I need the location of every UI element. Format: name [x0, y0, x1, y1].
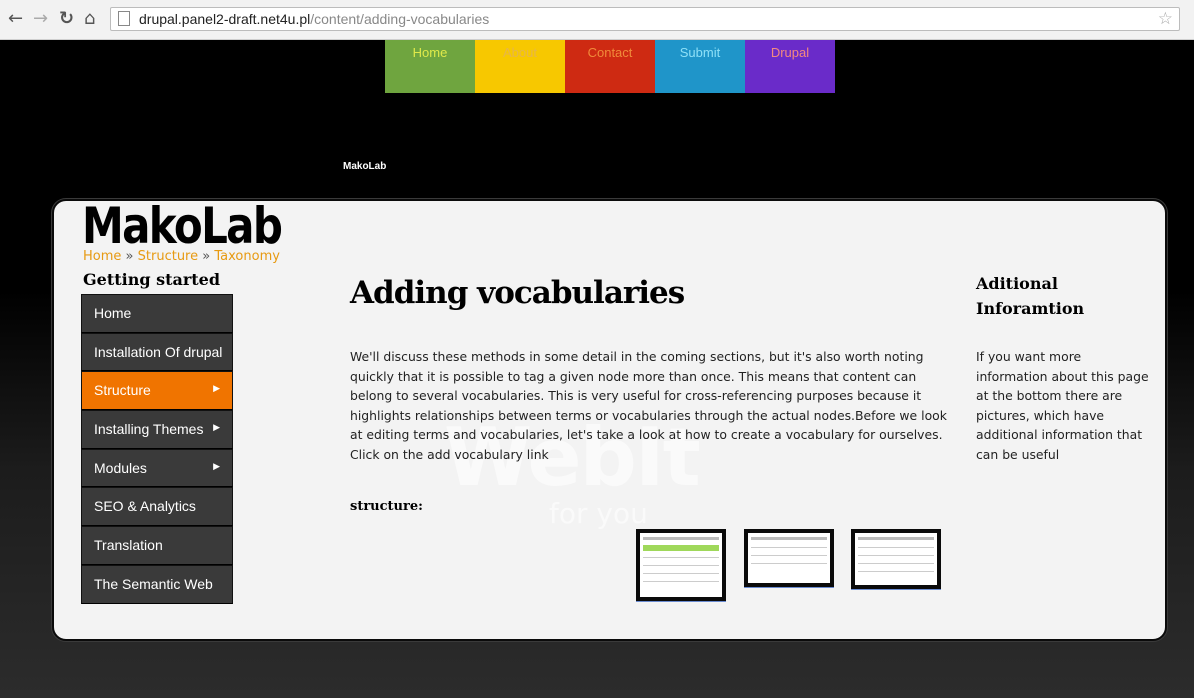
breadcrumb-structure[interactable]: Structure — [138, 249, 198, 264]
sidebar-item-label: Translation — [94, 537, 163, 554]
site-logo[interactable]: MakoLab — [82, 201, 283, 255]
content-body: We'll discuss these methods in some deta… — [350, 349, 947, 462]
breadcrumb-separator: » — [125, 249, 134, 264]
url-domain: drupal.panel2-draft.net4u.pl — [139, 11, 311, 27]
url-text[interactable]: drupal.panel2-draft.net4u.pl/content/add… — [139, 11, 489, 27]
forward-arrow-icon[interactable]: → — [33, 8, 48, 30]
screenshot-thumbnail[interactable] — [851, 529, 941, 589]
sidebar-item-installing-themes[interactable]: Installing Themes ▶ — [81, 410, 233, 449]
triangle-right-icon: ▶ — [213, 383, 220, 394]
breadcrumb-home[interactable]: Home — [83, 249, 121, 264]
star-icon[interactable]: ☆ — [1158, 9, 1173, 29]
top-menu-contact[interactable]: Contact — [565, 40, 655, 93]
triangle-right-icon: ▶ — [213, 422, 220, 433]
sidebar-item-label: Installing Themes — [94, 421, 204, 438]
structure-label: structure: — [350, 499, 423, 514]
triangle-right-icon: ▶ — [213, 460, 220, 471]
breadcrumb-separator: » — [202, 249, 211, 264]
sidebar-item-label: Modules — [94, 459, 147, 476]
top-menu-about[interactable]: About — [475, 40, 565, 93]
sidebar-item-translation[interactable]: Translation — [81, 526, 233, 565]
reload-icon[interactable]: ↻ — [59, 8, 74, 30]
page-background: Home About Contact Submit Drupal MakoLab… — [0, 40, 1194, 698]
site-name[interactable]: MakoLab — [343, 161, 386, 172]
aside-body: If you want more information about this … — [976, 349, 1149, 462]
sidebar-item-label: Installation Of drupal — [94, 343, 223, 360]
browser-toolbar: ← → ↻ ⌂ drupal.panel2-draft.net4u.pl/con… — [0, 0, 1194, 40]
aside-title: Aditional Inforamtion — [976, 274, 1085, 318]
sidebar-item-installation[interactable]: Installation Of drupal — [81, 332, 233, 372]
sidebar-menu: Home Installation Of drupal Structure ▶ … — [81, 294, 233, 604]
main-panel: MakoLab Home » Structure » Taxonomy Gett… — [52, 199, 1167, 641]
breadcrumb: Home » Structure » Taxonomy — [83, 249, 280, 264]
page-title: Adding vocabularies — [350, 275, 685, 311]
top-menu-home[interactable]: Home — [385, 40, 475, 93]
top-menu-submit[interactable]: Submit — [655, 40, 745, 93]
sidebar-item-seo-analytics[interactable]: SEO & Analytics — [81, 487, 233, 527]
sidebar-item-label: Structure — [94, 382, 151, 399]
breadcrumb-taxonomy[interactable]: Taxonomy — [214, 249, 280, 264]
sidebar-item-semantic-web[interactable]: The Semantic Web — [81, 564, 233, 604]
sidebar-item-structure[interactable]: Structure ▶ — [81, 371, 233, 411]
sidebar-item-home[interactable]: Home — [81, 294, 233, 333]
address-bar[interactable]: drupal.panel2-draft.net4u.pl/content/add… — [110, 7, 1180, 31]
sidebar-item-modules[interactable]: Modules ▶ — [81, 448, 233, 488]
page-icon — [118, 11, 130, 26]
back-arrow-icon[interactable]: ← — [8, 8, 23, 30]
sidebar-item-label: SEO & Analytics — [94, 498, 196, 515]
sidebar-title: Getting started — [83, 270, 221, 289]
home-icon[interactable]: ⌂ — [84, 8, 95, 30]
sidebar-item-label: Home — [94, 305, 132, 321]
background-watermark-sub: for you — [549, 497, 648, 530]
top-menu-drupal[interactable]: Drupal — [745, 40, 835, 93]
screenshot-thumbnail[interactable] — [744, 529, 834, 587]
sidebar-item-label: The Semantic Web — [94, 575, 213, 592]
screenshot-thumbnail[interactable] — [636, 529, 726, 601]
top-menu: Home About Contact Submit Drupal — [385, 40, 835, 93]
url-path: /content/adding-vocabularies — [310, 11, 490, 27]
